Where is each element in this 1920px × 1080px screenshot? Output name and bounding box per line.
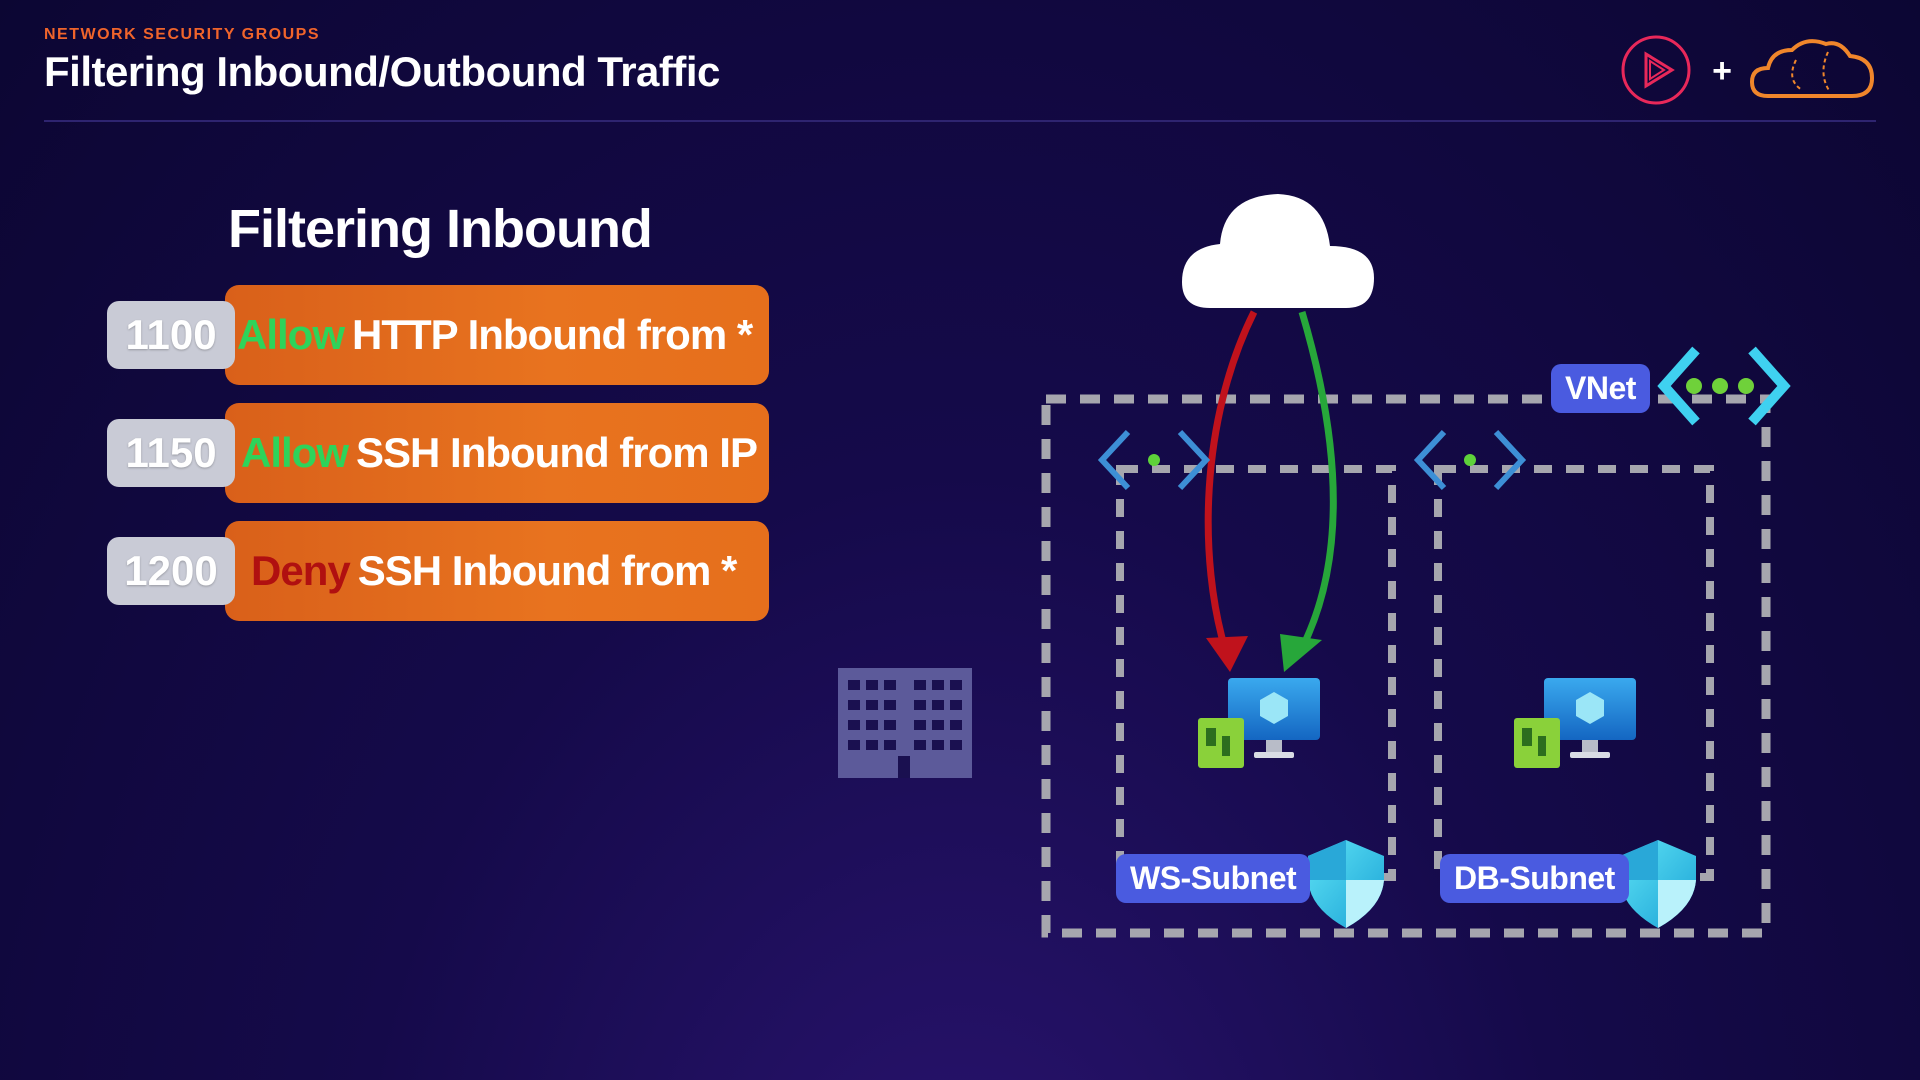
allowed-traffic-arrow <box>1296 311 1337 654</box>
vnet-label: VNet <box>1551 364 1650 413</box>
rule-priority: 1200 <box>107 537 235 605</box>
db-subnet-label: DB-Subnet <box>1440 854 1629 903</box>
vnet-icon <box>1657 346 1791 426</box>
denied-traffic-arrow <box>1204 310 1258 654</box>
rule-priority: 1150 <box>107 419 235 487</box>
network-diagram <box>838 194 1791 938</box>
building-icon <box>838 668 972 778</box>
shield-icon <box>1308 840 1384 928</box>
db-subnet-boundary <box>1434 465 1714 881</box>
ws-subnet-label: WS-Subnet <box>1116 854 1311 903</box>
green-arrowhead <box>1280 634 1322 672</box>
red-arrowhead <box>1206 636 1248 672</box>
subnet-icon <box>1097 429 1211 491</box>
internet-cloud-icon <box>1182 194 1374 308</box>
rule-priority: 1100 <box>107 301 235 369</box>
nic-icon <box>1198 718 1244 768</box>
nic-icon <box>1514 718 1560 768</box>
subnet-icon <box>1413 429 1527 491</box>
shield-icon <box>1620 840 1696 928</box>
ws-subnet-boundary <box>1116 465 1396 881</box>
